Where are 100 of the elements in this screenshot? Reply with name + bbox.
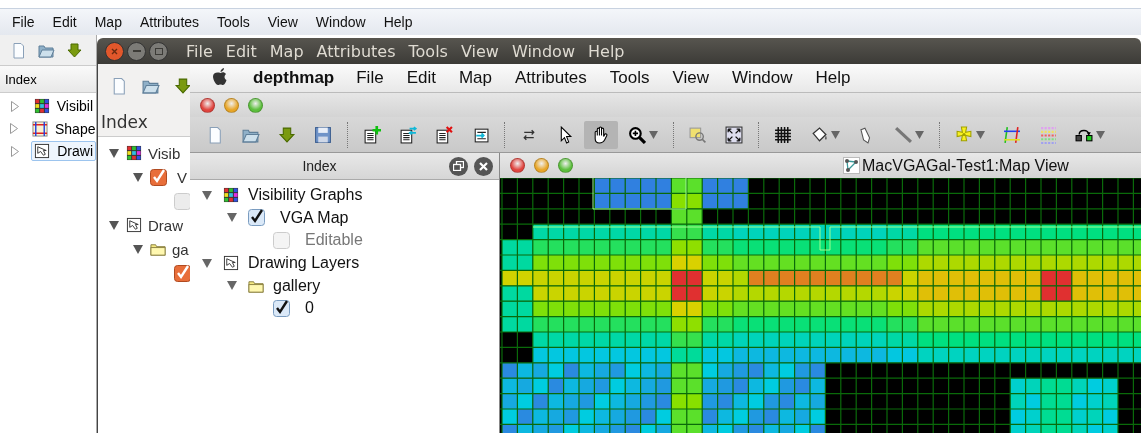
triangle-icon[interactable] bbox=[227, 213, 237, 223]
colour-grid-icon bbox=[223, 187, 239, 204]
triangle-icon[interactable] bbox=[109, 220, 119, 230]
minimize-button[interactable] bbox=[127, 41, 146, 61]
drawing-icon bbox=[34, 143, 51, 160]
page-plus-icon bbox=[363, 125, 381, 144]
menu-item[interactable]: Attributes bbox=[316, 41, 396, 61]
checkbox[interactable] bbox=[150, 168, 167, 186]
toolbar-button[interactable] bbox=[10, 41, 27, 59]
app-name[interactable]: depthmap bbox=[253, 68, 335, 88]
menu-item[interactable]: Window bbox=[315, 14, 366, 30]
caret-icon bbox=[649, 130, 658, 139]
star-icon bbox=[955, 125, 973, 144]
panel-title: Index bbox=[101, 112, 148, 132]
tree-item[interactable]: Drawi bbox=[31, 141, 96, 162]
menu-item[interactable]: Help bbox=[815, 68, 851, 88]
close-button[interactable] bbox=[474, 156, 493, 176]
menu-item[interactable]: Attributes bbox=[139, 14, 200, 30]
menu-item[interactable]: Edit bbox=[225, 41, 257, 61]
menu-item[interactable]: Tools bbox=[217, 14, 250, 30]
drawing-icon bbox=[223, 255, 239, 272]
triangle-icon[interactable] bbox=[133, 244, 143, 254]
tree-item[interactable]: 0 bbox=[305, 299, 314, 318]
tree-item[interactable]: gallery bbox=[273, 276, 321, 295]
paint-bucket-icon bbox=[810, 125, 828, 144]
tool-button[interactable] bbox=[584, 120, 618, 149]
page-cross-icon bbox=[435, 125, 453, 144]
page-icon bbox=[10, 41, 27, 59]
menu-item[interactable]: Edit bbox=[406, 68, 436, 88]
menu-item[interactable]: View bbox=[460, 41, 499, 61]
graph-icon bbox=[843, 157, 860, 174]
triangle-icon[interactable] bbox=[133, 172, 143, 182]
apple-icon[interactable] bbox=[212, 68, 229, 88]
tree-item[interactable]: Visibility Graphs bbox=[248, 186, 363, 205]
checkbox[interactable] bbox=[248, 209, 265, 227]
menu-item[interactable]: File bbox=[186, 41, 213, 61]
close-button[interactable] bbox=[105, 41, 124, 61]
float-button[interactable] bbox=[449, 156, 468, 176]
grid-icon bbox=[774, 125, 792, 144]
fit-icon bbox=[725, 125, 743, 144]
tree-item[interactable]: Visibil bbox=[30, 96, 96, 117]
menu-item[interactable]: Map bbox=[94, 14, 122, 30]
menu-item[interactable]: File bbox=[12, 14, 35, 30]
menu-item[interactable]: Attributes bbox=[515, 68, 587, 88]
checkbox[interactable] bbox=[174, 264, 190, 282]
maximize-button[interactable] bbox=[149, 41, 168, 61]
triangle-icon[interactable] bbox=[202, 258, 212, 268]
dot-grid-icon bbox=[1039, 125, 1057, 144]
down-arrow-icon bbox=[278, 125, 296, 144]
colour-grid-icon bbox=[126, 145, 142, 161]
checkbox[interactable] bbox=[273, 299, 290, 317]
menu-item[interactable]: File bbox=[356, 68, 384, 88]
triangle-icon[interactable] bbox=[109, 148, 119, 158]
panel-title: Index bbox=[5, 71, 37, 87]
menu-item[interactable]: View bbox=[267, 14, 298, 30]
menu-item[interactable]: View bbox=[672, 68, 710, 88]
folder-icon bbox=[150, 241, 166, 257]
zoom-button[interactable] bbox=[558, 158, 573, 173]
menu-item[interactable]: Help bbox=[588, 41, 625, 61]
caret-icon bbox=[1096, 130, 1105, 139]
triangle-icon[interactable] bbox=[227, 281, 237, 291]
menu-item[interactable]: Help bbox=[383, 14, 413, 30]
toolbar-button[interactable] bbox=[66, 41, 83, 59]
table-icon bbox=[32, 120, 48, 137]
floppy-icon bbox=[314, 125, 332, 144]
toolbar-button[interactable] bbox=[174, 77, 190, 95]
menu-item[interactable]: Tools bbox=[609, 68, 650, 88]
maximize-icon bbox=[154, 47, 163, 55]
panel-title: Index bbox=[301, 158, 338, 174]
restore-icon bbox=[453, 161, 464, 171]
tree-item[interactable]: V bbox=[177, 168, 187, 186]
colour-grid-icon bbox=[33, 98, 50, 115]
tree-item[interactable]: VGA Map bbox=[280, 208, 349, 227]
caret-icon bbox=[976, 130, 985, 139]
down-arrow-icon bbox=[174, 77, 190, 95]
close-icon bbox=[111, 47, 118, 55]
window-title: MacVGAGal-Test1:Map View bbox=[862, 156, 1069, 175]
close-icon bbox=[479, 161, 488, 171]
menu-item[interactable]: Map bbox=[269, 41, 304, 61]
drawing-icon bbox=[126, 217, 142, 233]
down-arrow-icon bbox=[66, 41, 83, 59]
colour-lines-icon bbox=[1003, 125, 1021, 144]
caret-icon bbox=[831, 130, 840, 139]
menu-item[interactable]: Map bbox=[458, 68, 492, 88]
menu-item[interactable]: Window bbox=[511, 41, 575, 61]
tree-item[interactable]: ga bbox=[172, 240, 189, 258]
tree-item[interactable]: Drawing Layers bbox=[248, 254, 360, 273]
minimize-icon bbox=[132, 50, 141, 52]
zoom-button[interactable] bbox=[248, 97, 263, 113]
menu-item[interactable]: Tools bbox=[408, 41, 448, 61]
hand-icon bbox=[592, 125, 610, 144]
line-icon bbox=[894, 125, 912, 144]
tree-item[interactable]: Shape bbox=[29, 118, 96, 139]
tree-item[interactable]: Visib bbox=[148, 144, 181, 162]
caret-icon bbox=[915, 130, 924, 139]
menu-item[interactable]: Edit bbox=[52, 14, 77, 30]
magnifier-icon bbox=[689, 125, 707, 144]
triangle-icon[interactable] bbox=[202, 190, 212, 200]
tree-item[interactable]: Draw bbox=[148, 216, 183, 234]
menu-item[interactable]: Window bbox=[732, 68, 793, 88]
